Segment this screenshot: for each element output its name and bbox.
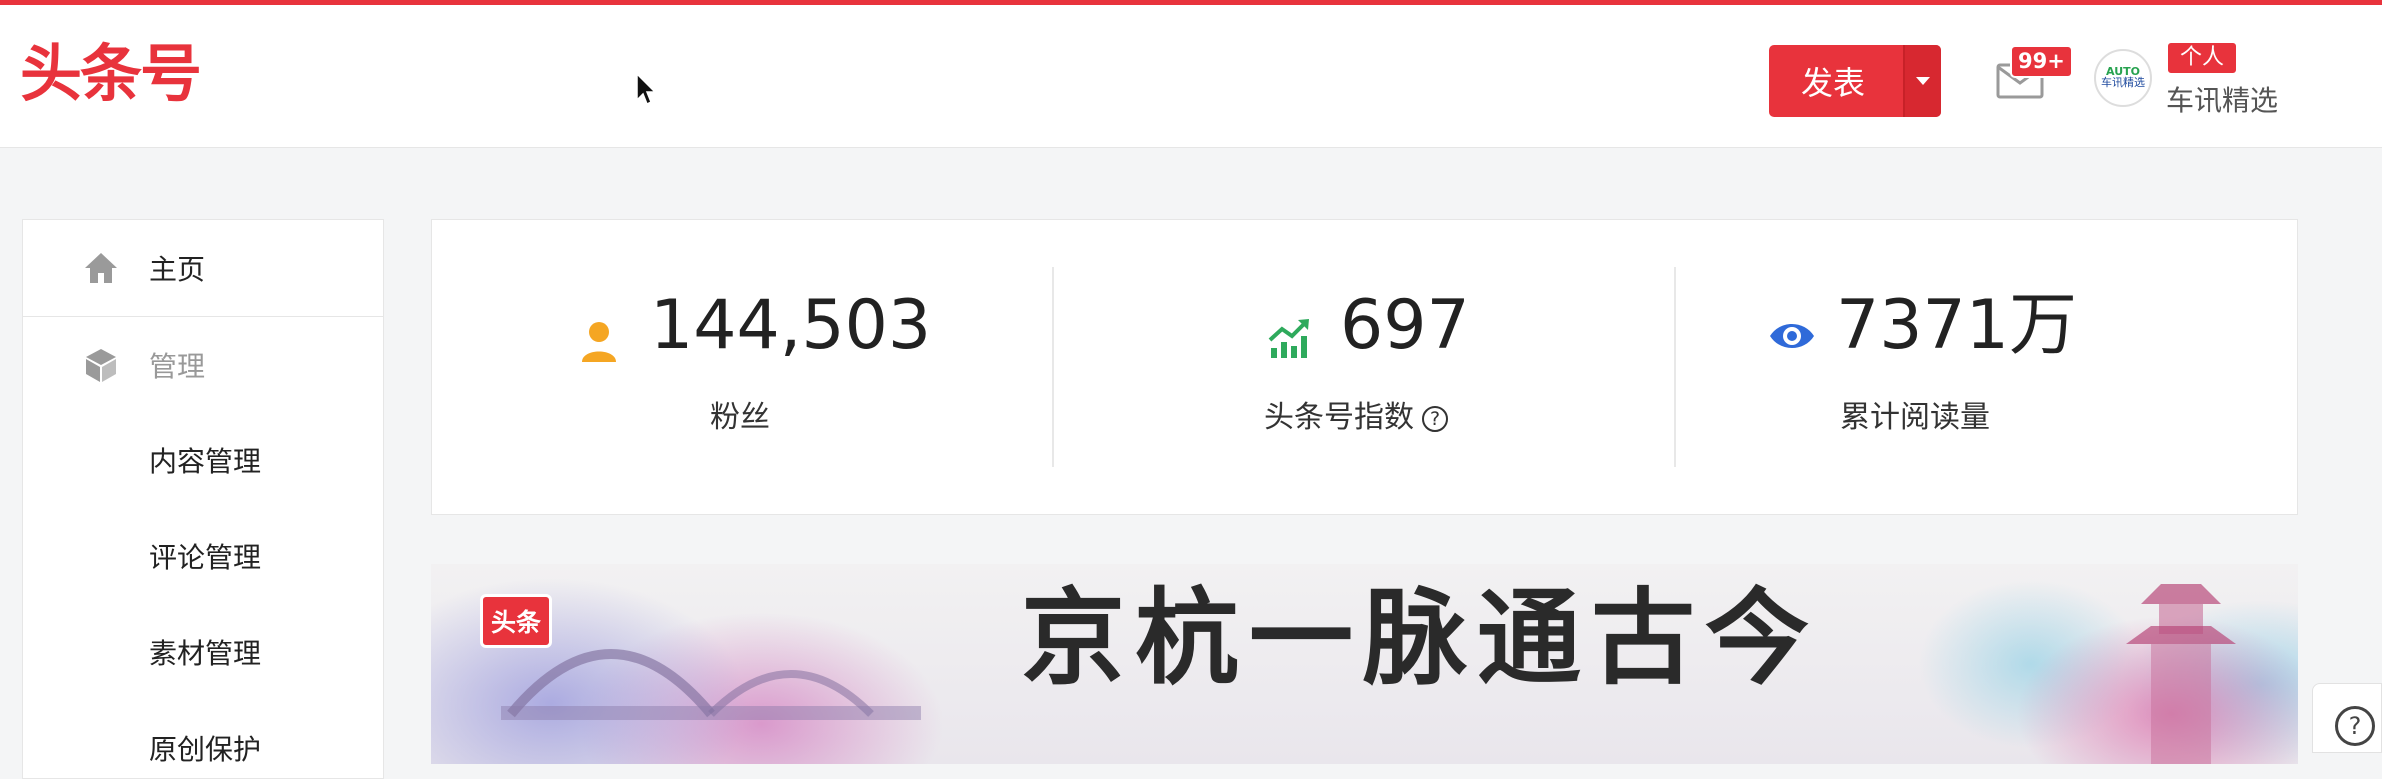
stat-label-wrap: 头条号指数? — [1264, 392, 1448, 436]
stat-account-index: 697 头条号指数? — [1054, 220, 1674, 516]
sidebar-item-home[interactable]: 主页 — [23, 220, 383, 317]
message-count-badge: 99+ — [2010, 45, 2073, 78]
sidebar: 主页 管理 内容管理 评论管理 素材管理 原创保护 — [22, 219, 384, 779]
eye-icon — [1770, 324, 1814, 348]
publish-button[interactable]: 发表 — [1769, 45, 1941, 117]
promo-banner[interactable]: 头条 京杭一脉通古今 — [431, 564, 2298, 764]
stat-label: 累计阅读量 — [1840, 400, 1990, 435]
sidebar-item-originality[interactable]: 原创保护 — [149, 728, 261, 768]
pagoda-illustration — [2126, 584, 2236, 764]
help-icon[interactable]: ? — [1422, 405, 1448, 432]
stat-total-reads: 7371万 累计阅读量 — [1676, 220, 2296, 516]
sidebar-item-comments[interactable]: 评论管理 — [149, 536, 261, 576]
account-name[interactable]: 车讯精选 — [2166, 79, 2278, 119]
stat-value: 7371万 — [1836, 286, 2078, 365]
banner-title: 京杭一脉通古今 — [1021, 576, 1820, 699]
caret-down-icon — [1916, 77, 1930, 85]
sidebar-item-manage[interactable]: 管理 — [23, 317, 383, 413]
sidebar-item-label: 管理 — [149, 350, 206, 383]
banner-badge: 头条 — [480, 594, 553, 648]
trend-up-icon — [1268, 319, 1309, 358]
stats-card: 144,503 粉丝 697 头条号指数? 7371万 累计阅读量 — [431, 219, 2298, 515]
sidebar-item-label: 主页 — [149, 253, 206, 286]
home-icon — [85, 253, 117, 283]
stat-value: 144,503 — [650, 286, 932, 365]
cube-icon — [86, 349, 116, 382]
stat-label: 头条号指数 — [1264, 400, 1414, 435]
sidebar-item-content[interactable]: 内容管理 — [149, 440, 261, 480]
stat-label: 粉丝 — [710, 400, 770, 435]
publish-label[interactable]: 发表 — [1769, 45, 1903, 117]
sidebar-item-materials[interactable]: 素材管理 — [149, 632, 261, 672]
publish-dropdown[interactable] — [1903, 45, 1941, 117]
mouse-cursor-icon — [636, 73, 657, 106]
user-icon — [582, 322, 616, 362]
stat-followers: 144,503 粉丝 — [432, 220, 1052, 516]
help-button[interactable]: ? — [2312, 683, 2382, 753]
stat-value: 697 — [1340, 286, 1470, 365]
account-type-badge: 个人 — [2166, 41, 2239, 75]
top-bar: 头条号 发表 99+ AUTO 车讯精选 个人 车讯精选 — [0, 0, 2382, 148]
bridge-illustration — [501, 649, 921, 720]
avatar[interactable]: AUTO 车讯精选 — [2094, 49, 2152, 107]
avatar-brand-text: 车讯精选 — [2101, 76, 2145, 90]
question-icon: ? — [2335, 706, 2375, 746]
logo[interactable]: 头条号 — [20, 43, 202, 105]
